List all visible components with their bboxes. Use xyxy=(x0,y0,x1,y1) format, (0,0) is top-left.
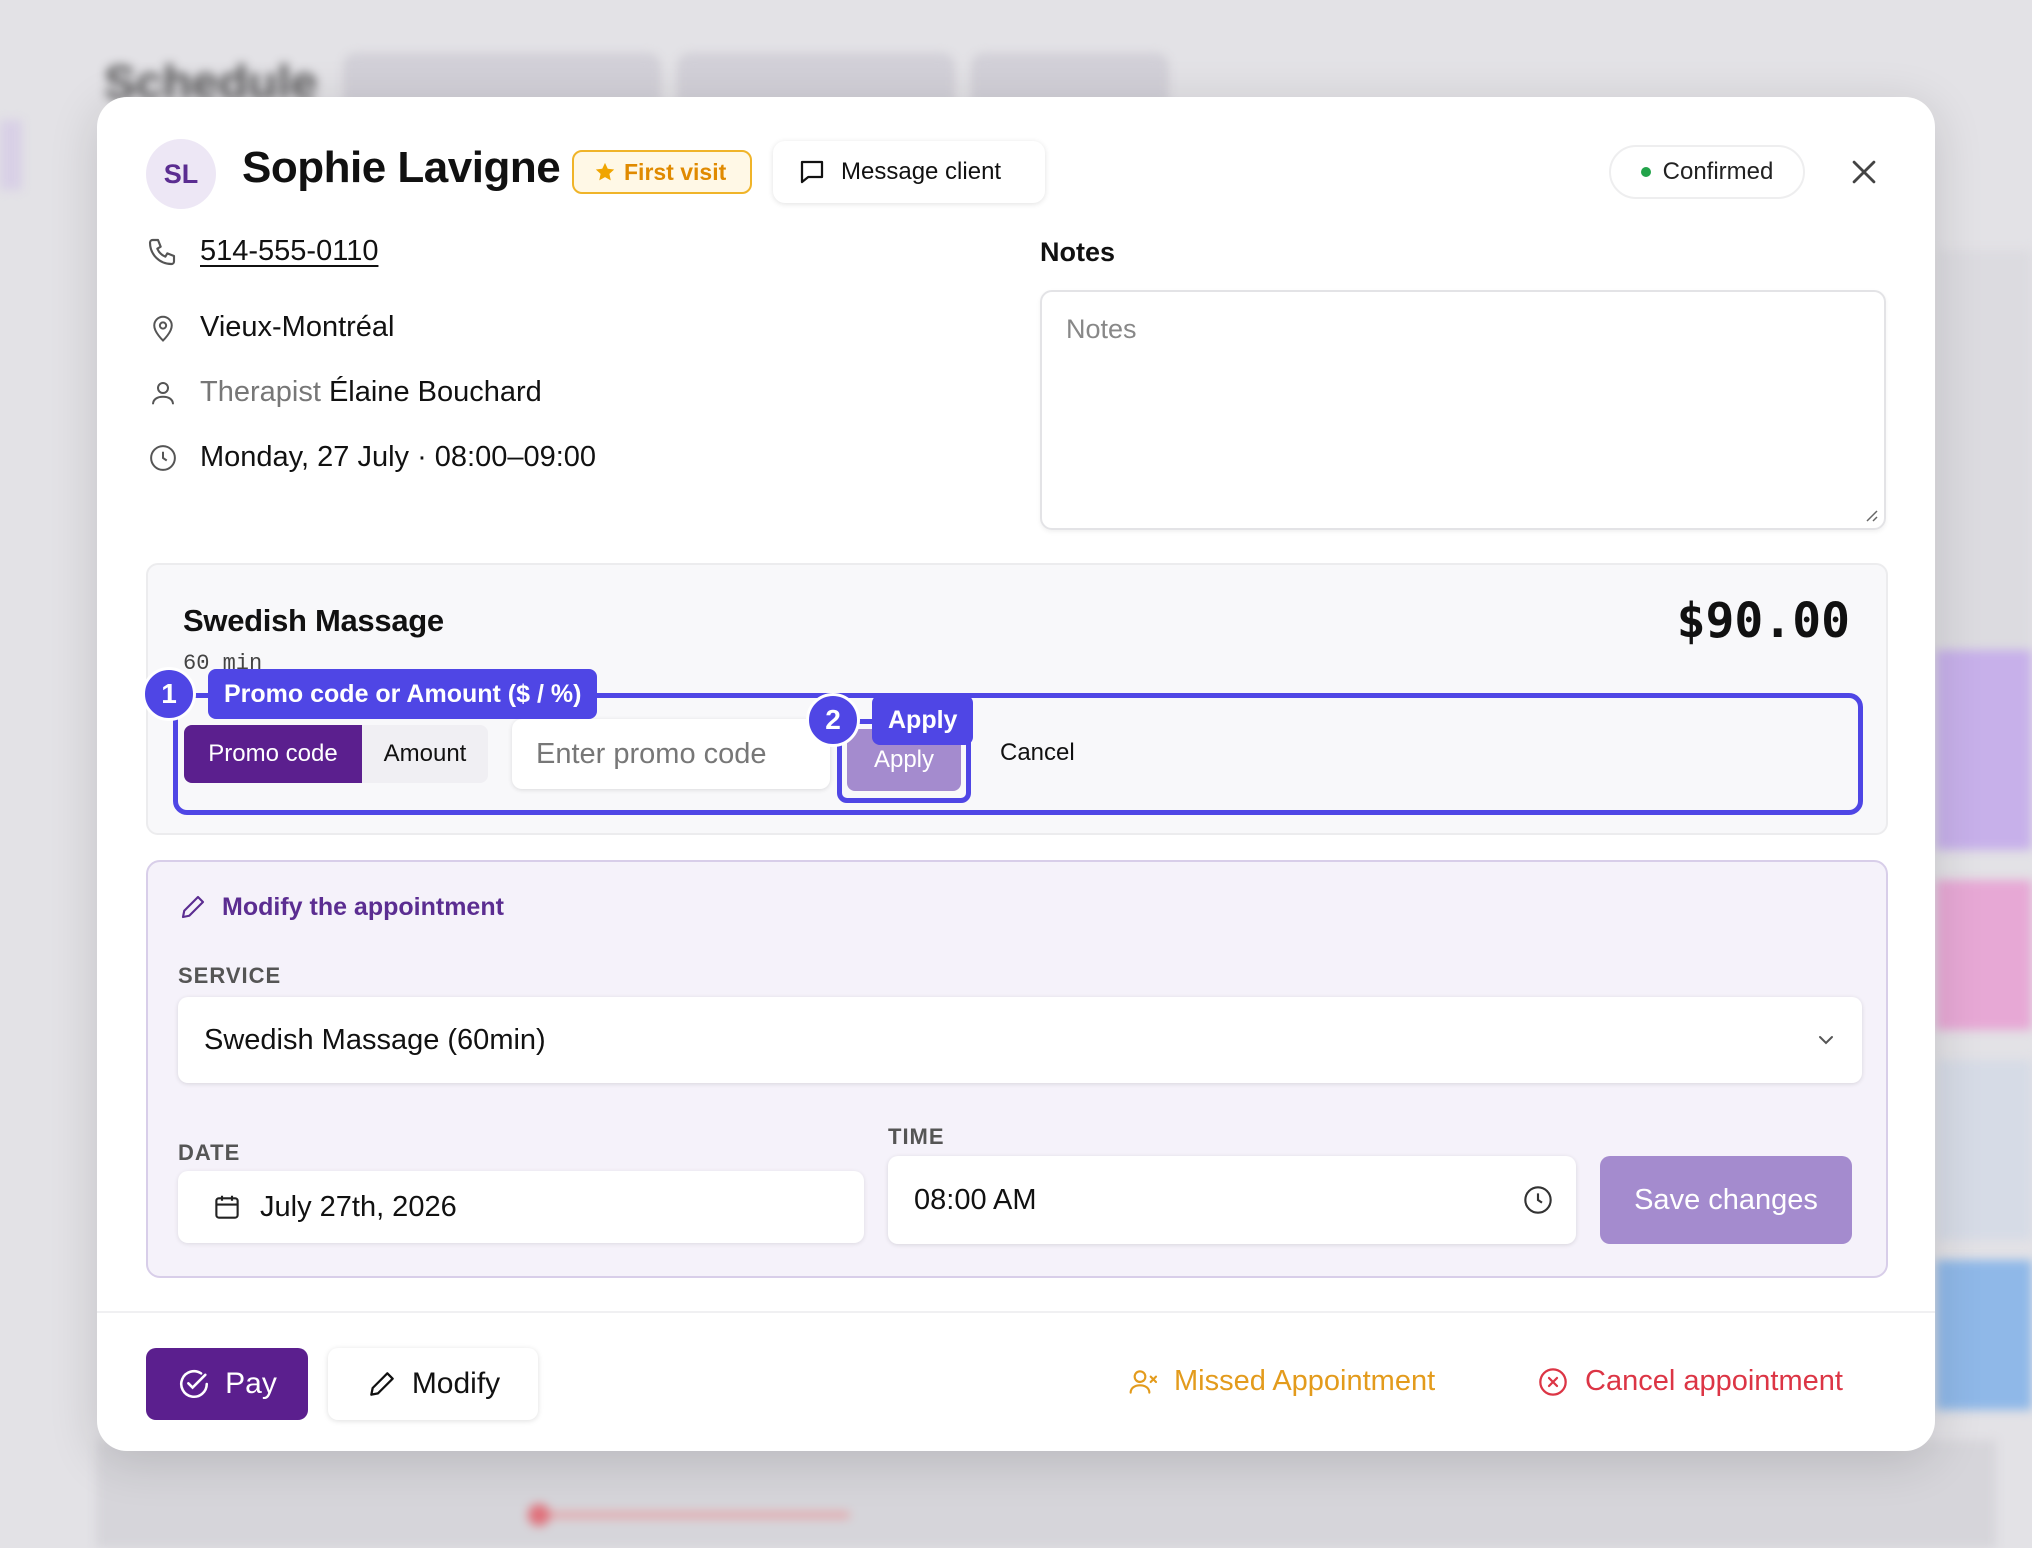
resize-handle-icon[interactable] xyxy=(1864,508,1878,522)
service-price: $90.00 xyxy=(1676,593,1850,649)
pay-label: Pay xyxy=(225,1367,277,1400)
chevron-down-icon xyxy=(1819,1036,1833,1045)
modify-button[interactable]: Modify xyxy=(328,1348,538,1420)
bg-now-line xyxy=(530,1512,850,1518)
avatar: SL xyxy=(146,139,216,209)
service-field-label: SERVICE xyxy=(178,963,282,988)
callout-number-2: 2 xyxy=(806,693,860,747)
save-changes-button[interactable]: Save changes xyxy=(1600,1156,1852,1244)
phone-icon xyxy=(148,238,176,265)
callout-number-1: 1 xyxy=(142,667,196,721)
check-circle-icon xyxy=(180,1370,209,1398)
bg-calendar-column xyxy=(1936,250,2032,650)
service-card: Swedish Massage $90.00 60 min Promo code… xyxy=(142,563,1888,835)
tab-amount[interactable]: Amount xyxy=(362,725,488,783)
client-name: Sophie Lavigne xyxy=(242,143,561,192)
notes-label: Notes xyxy=(1040,237,1116,267)
bg-event-blue xyxy=(1936,1260,2032,1410)
status-badge[interactable]: Confirmed xyxy=(1609,145,1805,199)
missed-appointment-button[interactable]: Missed Appointment xyxy=(1128,1365,1435,1398)
star-icon xyxy=(595,162,615,181)
user-x-icon xyxy=(1129,1369,1158,1394)
tab-promo-code[interactable]: Promo code xyxy=(184,725,362,783)
callout-label-2: Apply xyxy=(872,695,974,745)
discount-type-toggle: Promo code Amount xyxy=(184,725,488,783)
modify-section-label: Modify the appointment xyxy=(222,892,504,921)
clock-icon xyxy=(150,444,176,471)
location-row: Vieux-Montréal xyxy=(148,311,395,344)
notes-textarea[interactable]: Notes xyxy=(1040,290,1886,530)
service-name: Swedish Massage xyxy=(183,603,444,638)
datetime-text: Monday, 27 July · 08:00–09:00 xyxy=(200,441,597,473)
x-circle-icon xyxy=(1539,1367,1567,1396)
close-icon[interactable] xyxy=(1847,155,1881,189)
pencil-icon xyxy=(370,1372,394,1396)
promo-code-placeholder: Enter promo code xyxy=(536,737,767,770)
bg-calendar-grid xyxy=(96,1440,1996,1548)
datetime-row: Monday, 27 July · 08:00–09:00 xyxy=(148,441,596,474)
phone-row: 514-555-0110 xyxy=(146,235,378,268)
date-value: July 27th, 2026 xyxy=(260,1190,457,1223)
date-picker[interactable]: July 27th, 2026 xyxy=(178,1171,864,1243)
bg-now-dot xyxy=(528,1504,550,1526)
cancel-appointment-button[interactable]: Cancel appointment xyxy=(1537,1365,1843,1398)
promo-code-input[interactable]: Enter promo code xyxy=(512,719,830,789)
bg-event-purple xyxy=(1936,650,2032,850)
time-picker[interactable]: 08:00 AM xyxy=(888,1156,1576,1244)
therapist-row: Therapist Élaine Bouchard xyxy=(148,376,542,409)
service-select[interactable]: Swedish Massage (60min) xyxy=(178,997,1862,1083)
pencil-icon xyxy=(181,895,205,919)
first-visit-label: First visit xyxy=(624,158,727,185)
status-dot xyxy=(1640,167,1651,177)
service-select-value: Swedish Massage (60min) xyxy=(204,1023,546,1056)
location-text: Vieux-Montréal xyxy=(200,311,395,343)
callout-label-1: Promo code or Amount ($ / %) xyxy=(208,669,598,719)
modify-section-title: Modify the appointment xyxy=(178,892,504,922)
missed-appointment-label: Missed Appointment xyxy=(1174,1365,1436,1397)
map-pin-icon xyxy=(153,315,173,342)
first-visit-badge: First visit xyxy=(572,150,752,194)
pay-button[interactable]: Pay xyxy=(146,1348,308,1420)
phone-link[interactable]: 514-555-0110 xyxy=(200,235,378,268)
therapist-prefix: Therapist xyxy=(200,376,321,408)
message-client-label: Message client xyxy=(841,158,1002,185)
user-icon xyxy=(152,381,174,404)
message-client-button[interactable]: Message client xyxy=(773,141,1045,203)
bg-event-gray xyxy=(1936,1060,2032,1240)
date-field-label: DATE xyxy=(178,1140,241,1165)
clock-icon[interactable] xyxy=(1522,1184,1554,1216)
modify-appointment-section: Modify the appointment SERVICE Swedish M… xyxy=(146,860,1888,1278)
notes-placeholder: Notes xyxy=(1066,314,1137,344)
cancel-appointment-label: Cancel appointment xyxy=(1585,1365,1843,1397)
modify-label: Modify xyxy=(411,1367,501,1400)
appointment-modal: SL Sophie Lavigne First visit Message cl… xyxy=(97,97,1935,1451)
cancel-discount-button[interactable]: Cancel xyxy=(1000,739,1075,767)
status-label: Confirmed xyxy=(1662,158,1774,185)
bg-sidebar-accent xyxy=(0,120,22,190)
calendar-icon xyxy=(215,1195,239,1219)
time-field-label: TIME xyxy=(888,1124,945,1149)
footer-divider xyxy=(97,1311,1935,1313)
time-value: 08:00 AM xyxy=(914,1183,1037,1216)
chat-bubble-icon xyxy=(800,160,824,184)
therapist-name: Élaine Bouchard xyxy=(328,376,542,408)
bg-event-pink xyxy=(1936,880,2032,1030)
